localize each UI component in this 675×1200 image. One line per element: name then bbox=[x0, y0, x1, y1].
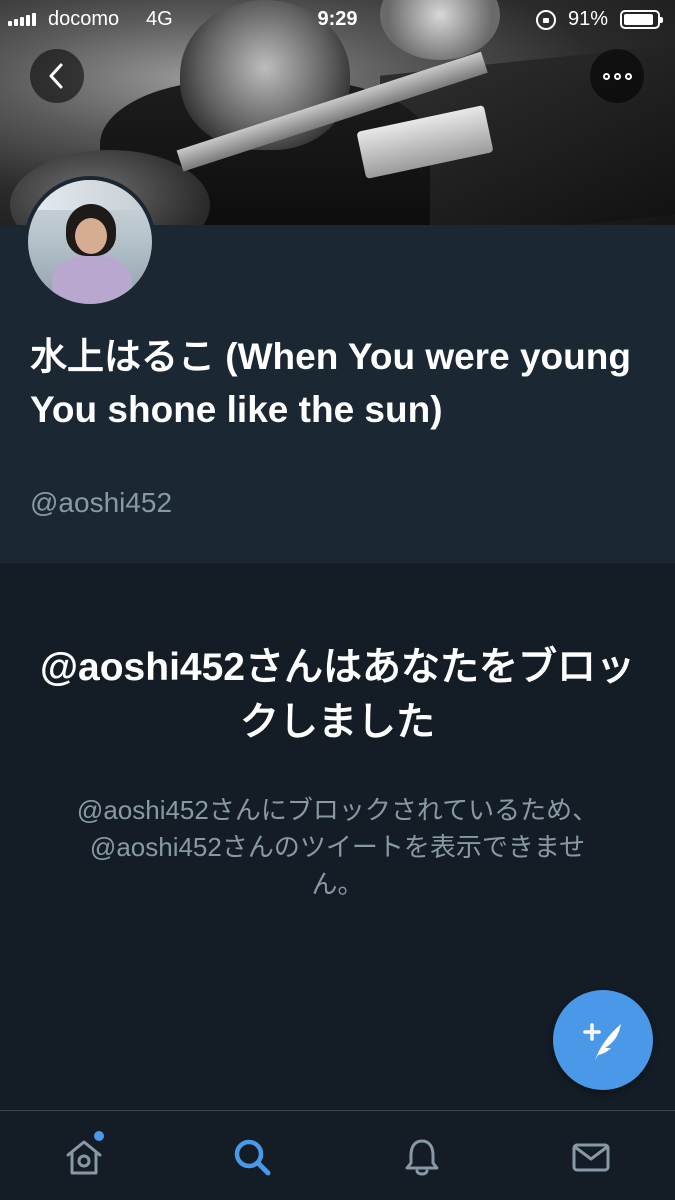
battery-icon bbox=[620, 10, 663, 29]
tab-home[interactable] bbox=[54, 1127, 114, 1187]
search-icon bbox=[234, 1139, 271, 1176]
section-divider bbox=[0, 563, 675, 564]
status-bar: docomo 4G 9:29 91% bbox=[0, 0, 675, 38]
chevron-left-icon bbox=[49, 63, 63, 89]
compose-tweet-icon bbox=[583, 1023, 621, 1060]
tab-search[interactable] bbox=[222, 1127, 282, 1187]
tab-messages[interactable] bbox=[561, 1127, 621, 1187]
avatar[interactable] bbox=[24, 176, 156, 308]
more-horizontal-icon bbox=[602, 72, 632, 80]
rotation-lock-icon bbox=[536, 10, 556, 30]
back-button[interactable] bbox=[30, 49, 84, 103]
home-notification-dot bbox=[94, 1131, 104, 1141]
bottom-tab-bar bbox=[0, 1110, 675, 1200]
more-options-button[interactable] bbox=[590, 49, 644, 103]
profile-display-name: 水上はるこ (When You were young You shone lik… bbox=[30, 336, 631, 430]
blocked-notice-description: @aoshi452さんにブロックされているため、@aoshi452さんのツイート… bbox=[76, 795, 599, 899]
home-icon bbox=[66, 1140, 102, 1175]
tab-notifications[interactable] bbox=[392, 1127, 452, 1187]
compose-tweet-button[interactable] bbox=[553, 990, 653, 1090]
bell-icon bbox=[405, 1139, 439, 1176]
envelope-icon bbox=[572, 1143, 610, 1172]
profile-handle: @aoshi452 bbox=[30, 487, 173, 518]
blocked-notice-title: @aoshi452さんはあなたをブロックしました bbox=[40, 646, 635, 744]
battery-percent: 91% bbox=[568, 8, 609, 30]
